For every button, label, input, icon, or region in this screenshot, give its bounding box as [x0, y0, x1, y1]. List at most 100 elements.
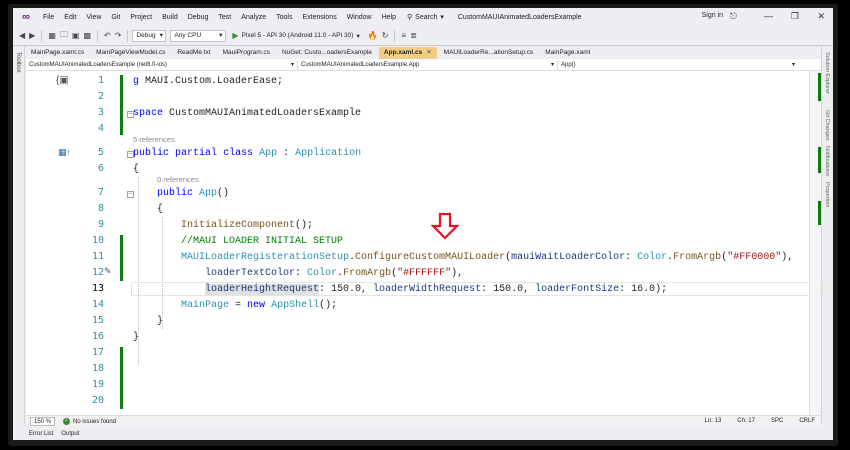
menu-file[interactable]: File	[38, 14, 59, 21]
code-token: ),	[781, 252, 794, 263]
undo-icon[interactable]: ↶	[104, 31, 111, 40]
code-token: =	[229, 300, 248, 311]
search-box[interactable]: ⚲ Search ▾	[407, 13, 444, 22]
menu-tools[interactable]: Tools	[271, 14, 297, 21]
search-label: Search	[415, 13, 438, 21]
line-number: 10	[91, 235, 104, 246]
comment-icon[interactable]: ≣	[410, 31, 417, 40]
code-editor[interactable]: {▣ ▦↑ ✎ 1 2 3 4 5 6 7 8 9 10 11 12 13 14…	[26, 71, 823, 415]
tab-app-xaml-cs[interactable]: App.xaml.cs ✕	[378, 47, 437, 59]
line-indicator[interactable]: Ln: 13	[705, 418, 722, 424]
run-button[interactable]: ▶ Pixel 5 - API 30 (Android 11.0 - API 3…	[232, 31, 359, 40]
code-line-15: }	[157, 316, 164, 327]
type-dropdown[interactable]: CustomMAUIAnimatedLoadersExample.App ▾	[298, 59, 558, 70]
issues-status[interactable]: No issues found	[73, 419, 116, 425]
restore-icon[interactable]: ❐	[791, 11, 799, 22]
line-number: 9	[97, 219, 104, 230]
code-token: ()	[217, 188, 230, 199]
fold-toggle[interactable]: –	[127, 191, 134, 198]
code-token: CustomMAUIAnimatedLoadersExample	[163, 108, 362, 119]
tab-error-list[interactable]: Error List	[29, 431, 53, 437]
code-token: "#FFFFFF"	[397, 268, 452, 279]
menu-project[interactable]: Project	[125, 14, 157, 21]
menu-window[interactable]: Window	[342, 14, 377, 21]
menu-view[interactable]: View	[81, 14, 106, 21]
back-icon[interactable]: ◀	[19, 31, 25, 40]
menu-analyze[interactable]: Analyze	[236, 14, 271, 21]
column-indicator[interactable]: Ch: 17	[737, 418, 755, 424]
code-token: loaderHeightRequest	[205, 284, 320, 295]
menu-edit[interactable]: Edit	[59, 14, 81, 21]
open-folder-icon[interactable]: 🗀	[60, 29, 68, 43]
tab-output[interactable]: Output	[61, 431, 79, 437]
toolbox-label[interactable]: Toolbox	[15, 52, 21, 73]
close-tab-icon[interactable]: ✕	[426, 49, 431, 56]
tab-mauiprogram-cs[interactable]: MauiProgram.cs	[218, 47, 275, 59]
screwdriver-icon[interactable]: ✎	[104, 266, 112, 277]
minimize-icon[interactable]: —	[764, 11, 773, 21]
chevron-down-icon: ▾	[550, 61, 554, 68]
code-token: ConfigureCustomMAUILoader	[355, 252, 506, 263]
pin-icon[interactable]: ⎋	[730, 11, 737, 22]
format-icon[interactable]: ≡	[401, 31, 406, 40]
tab-nuget[interactable]: NuGet: Custo...oadersExample	[277, 47, 377, 59]
toolbox-strip[interactable]: Toolbox	[13, 46, 25, 424]
line-ending-indicator[interactable]: CRLF	[799, 418, 815, 424]
menu-help[interactable]: Help	[377, 14, 401, 21]
quick-actions-icon[interactable]: {▣	[56, 75, 69, 86]
tab-readme-txt[interactable]: ReadMe.txt	[172, 47, 215, 59]
redo-icon[interactable]: ↷	[115, 31, 122, 40]
tab-mauiloaderregisterationsetup-cs[interactable]: MAUILoaderRe...ationSetup.cs	[439, 47, 539, 59]
zoom-select[interactable]: 150 %	[30, 417, 56, 426]
solution-explorer-tab[interactable]: Solution Explorer	[824, 52, 830, 94]
git-changes-tab[interactable]: Git Changes	[824, 110, 830, 141]
properties-tab[interactable]: Properties	[824, 182, 830, 207]
sign-in-link[interactable]: Sign in	[702, 12, 723, 19]
save-icon[interactable]: ▣	[72, 31, 80, 40]
configuration-select[interactable]: Debug ▾	[132, 29, 167, 42]
toolbar: ◀ ▶ ▦ 🗀 ▣ ▩ ↶ ↷ Debug ▾ Any CPU ▾ ▶ Pixe…	[13, 26, 833, 46]
refresh-icon[interactable]: ↻	[382, 31, 389, 40]
code-token: : 150.0,	[481, 284, 536, 295]
line-number: 3	[97, 107, 104, 118]
code-token: class	[223, 148, 254, 159]
toolbar-separator	[394, 29, 396, 42]
code-token: loaderWidthRequest	[373, 284, 482, 295]
forward-icon[interactable]: ▶	[29, 31, 35, 40]
hot-reload-icon[interactable]: 🔥	[368, 31, 378, 40]
solution-title: CustomMAUIAnimatedLoadersExample	[457, 13, 582, 21]
tab-mainpage-xaml-cs[interactable]: MainPage.xaml.cs	[26, 47, 89, 59]
menu-build[interactable]: Build	[157, 14, 183, 21]
code-lens-references[interactable]: 0 references	[157, 175, 199, 184]
code-token: loaderTextColor	[205, 268, 296, 279]
member-dropdown[interactable]: App() ▾	[558, 60, 798, 70]
code-token: MAUI.Custom.LoaderEase;	[139, 76, 284, 87]
configuration-value: Debug	[136, 31, 156, 39]
code-lens-references[interactable]: 5 references	[133, 135, 175, 144]
platform-select[interactable]: Any CPU ▾	[170, 29, 227, 42]
red-arrow-annotation	[430, 212, 460, 240]
new-item-icon[interactable]: ▦	[48, 31, 56, 40]
close-icon[interactable]: ✕	[817, 11, 825, 22]
line-number: 4	[97, 123, 104, 134]
save-all-icon[interactable]: ▩	[83, 31, 91, 40]
code-token: Color	[637, 252, 668, 263]
menu-test[interactable]: Test	[213, 14, 236, 21]
code-token: space	[133, 108, 164, 119]
vertical-scrollbar[interactable]	[809, 71, 821, 415]
menu-extensions[interactable]: Extensions	[297, 14, 341, 21]
toolbar-separator	[97, 29, 98, 42]
whitespace-indicator[interactable]: SPC	[771, 418, 783, 424]
implementation-icon[interactable]: ▦↑	[58, 147, 71, 158]
menu-git[interactable]: Git	[106, 14, 125, 21]
tab-mainpageviewmodel-cs[interactable]: MainPageViewModel.cs	[91, 47, 170, 59]
indent-guide	[162, 217, 163, 329]
notifications-tab[interactable]: Notifications	[824, 146, 830, 176]
toolbar-separator	[41, 29, 43, 42]
project-dropdown[interactable]: CustomMAUIAnimatedLoadersExample (net8.0…	[26, 59, 298, 70]
code-token: Color	[307, 268, 338, 279]
code-token: MainPage	[181, 300, 230, 311]
right-tool-strip: Solution Explorer Git Changes Notificati…	[821, 46, 833, 424]
menu-debug[interactable]: Debug	[183, 14, 214, 21]
tab-mainpage-xaml[interactable]: MainPage.xaml	[540, 47, 595, 59]
